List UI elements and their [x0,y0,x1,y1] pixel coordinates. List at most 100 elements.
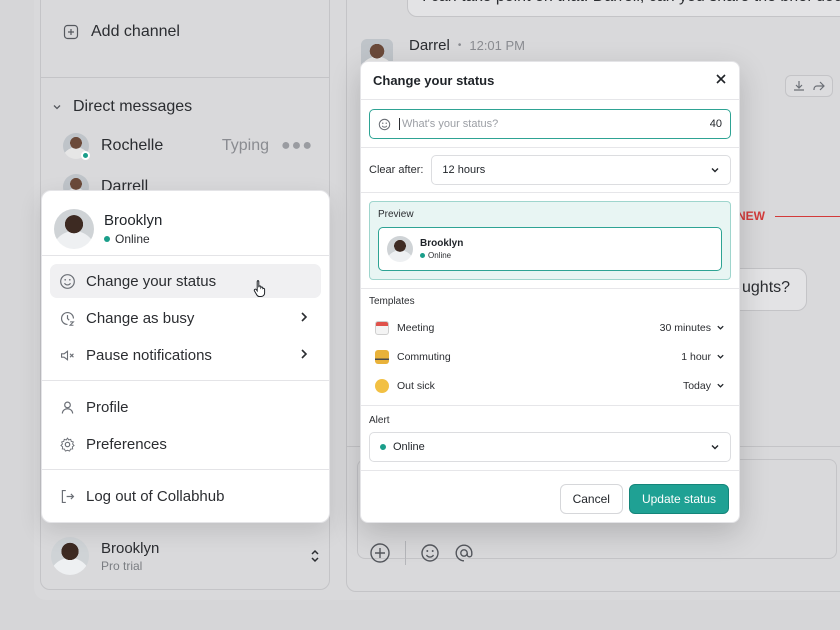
menu-item-logout[interactable]: Log out of Collabhub [50,479,321,513]
online-dot [380,444,386,450]
status-input-section: What's your status? 40 [361,100,739,148]
menu-item-label: Preferences [86,435,167,453]
typing-indicator: Typing [221,137,269,154]
clear-after-value: 12 hours [442,164,486,176]
menu-user-header: Brooklyn Online [42,191,329,255]
menu-item-change-status[interactable]: Change your status [50,264,321,298]
menu-item-pause-notifications[interactable]: Pause notifications [50,338,321,372]
message-actions [785,75,833,97]
template-duration[interactable]: Today [683,380,725,392]
alert-select[interactable]: Online [369,432,731,462]
chevron-down-icon [717,383,724,388]
dm-name: Rochelle [101,137,164,154]
online-dot [420,253,425,258]
current-user-switcher[interactable]: Brooklyn Pro trial [51,537,321,575]
online-dot [104,236,110,242]
menu-item-change-busy[interactable]: Change as busy [50,301,321,335]
templates-label: Templates [369,296,415,307]
close-icon[interactable] [715,72,727,90]
add-channel-label: Add channel [91,23,180,40]
status-placeholder: What's your status? [399,118,702,130]
chevron-right-icon [299,310,309,326]
menu-item-label: Log out of Collabhub [86,487,225,505]
alert-label: Alert [369,415,390,426]
menu-item-label: Change as busy [86,309,195,327]
smiley-icon[interactable] [378,118,391,131]
alert-section: Alert Online [361,406,739,471]
composer-toolbar [369,541,474,565]
template-commuting[interactable]: Commuting 1 hour [369,342,731,371]
cancel-button[interactable]: Cancel [559,484,623,514]
preview-box: Preview Brooklyn Online [369,201,731,280]
chevron-up-down-icon [311,549,319,563]
chevron-down-icon [717,325,724,330]
preview-section: Preview Brooklyn Online [361,193,739,289]
menu-item-profile[interactable]: Profile [50,390,321,424]
template-duration[interactable]: 1 hour [681,351,725,363]
chevron-down-icon [53,105,61,110]
add-channel-button[interactable]: Add channel [63,23,180,41]
templates-section: Templates Meeting 30 minutes Commuting 1… [361,289,739,406]
toolbar-divider [405,541,406,565]
chevron-down-icon [711,445,719,450]
status-input[interactable]: What's your status? 40 [369,109,731,139]
preview-label: Preview [378,209,414,220]
presence-dot [81,151,90,160]
chevron-right-icon [299,347,309,363]
template-label: Commuting [397,350,451,363]
menu-user-status: Online [104,232,162,246]
template-label: Out sick [397,379,435,392]
avatar [387,236,413,262]
gear-icon [58,435,76,453]
clear-after-section: Clear after: 12 hours [361,148,739,193]
direct-messages-header[interactable]: Direct messages [51,98,192,116]
new-messages-line [775,216,840,217]
dialog-header: Change your status [361,62,739,100]
logout-icon [58,487,76,505]
preview-status: Online [420,251,463,260]
preview-name: Brooklyn [420,238,464,249]
sick-face-emoji-icon [375,378,389,393]
avatar [51,537,89,575]
dialog-footer: Cancel Update status [361,476,739,522]
direct-messages-label: Direct messages [73,98,193,115]
calendar-emoji-icon [375,320,389,335]
chevron-down-icon [717,354,724,359]
user-menu: Brooklyn Online Change your status Chang… [41,190,330,523]
update-status-button[interactable]: Update status [628,484,729,514]
message-time: 12:01 PM [469,38,526,53]
smiley-icon [58,272,76,290]
message-header: Darrel • 12:01 PM [409,37,526,54]
chevron-down-icon [711,168,719,173]
char-count: 40 [709,118,722,130]
user-icon [58,398,76,416]
hand-pointer-icon [253,280,266,297]
bus-emoji-icon [375,349,389,364]
mention-icon[interactable] [454,543,474,563]
menu-item-preferences[interactable]: Preferences [50,427,321,461]
message-bubble: I can take point on that. Darrell, can y… [407,0,840,17]
share-icon[interactable] [812,79,826,93]
footer-user-name: Brooklyn [101,539,160,557]
sidebar-item-rochelle[interactable]: Rochelle Typing ●●● [63,133,313,160]
menu-item-label: Profile [86,398,129,416]
emoji-icon[interactable] [420,543,440,563]
change-status-dialog: Change your status What's your status? 4… [360,61,740,523]
template-label: Meeting [397,321,435,334]
plus-circle-icon[interactable] [369,542,391,564]
clear-after-label: Clear after: [369,164,424,176]
clock-snooze-icon [58,309,76,327]
template-out-sick[interactable]: Out sick Today [369,371,731,400]
message-author: Darrel [409,37,450,54]
avatar [54,209,94,249]
alert-value: Online [393,441,425,453]
clear-after-select[interactable]: 12 hours [431,155,731,185]
new-messages-label: NEW [737,209,765,223]
preview-card: Brooklyn Online [378,227,722,271]
template-duration[interactable]: 30 minutes [660,322,725,334]
template-meeting[interactable]: Meeting 30 minutes [369,313,731,342]
plus-square-icon [63,24,79,40]
typing-dots-icon: ●●● [281,137,313,154]
menu-item-label: Pause notifications [86,346,212,364]
download-icon[interactable] [792,79,806,93]
